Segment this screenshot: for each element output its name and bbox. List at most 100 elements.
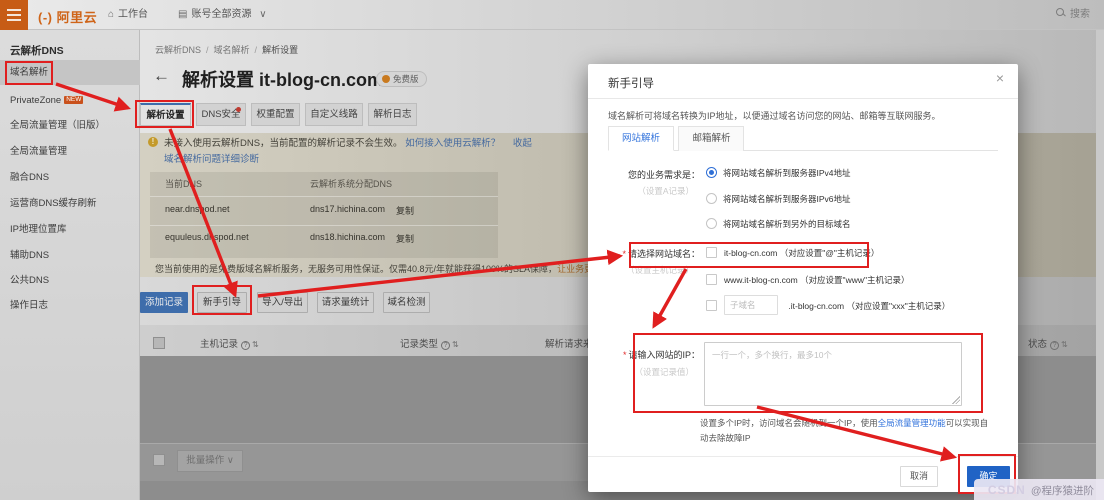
tab-custom-lines[interactable]: 自定义线路 — [305, 103, 363, 126]
select-domain-hint: （设置主机记录） — [625, 265, 694, 275]
checkbox-icon[interactable] — [706, 247, 717, 258]
checkbox-www-domain[interactable]: www.it-blog-cn.com （对应设置"www"主机记录） — [706, 274, 910, 286]
subdomain-input[interactable] — [724, 295, 778, 315]
domain-check-button[interactable]: 域名检测 — [383, 292, 430, 313]
multi-ip-hint: 设置多个IP时，访问域名会随机到一个IP，使用全局流量管理功能可以实现自动去除故… — [700, 418, 989, 444]
col-host-record: 主机记录? ⇅ — [200, 339, 259, 350]
sidebar-item-gtm-legacy[interactable]: 全局流量管理（旧版） — [0, 115, 140, 137]
radio-cname[interactable]: 将网站域名解析到另外的目标域名 — [706, 218, 851, 230]
breadcrumb: 云解析DNS / 域名解析 / 解析设置 — [155, 45, 299, 55]
select-all-checkbox[interactable] — [153, 337, 165, 349]
gtm-feature-link[interactable]: 全局流量管理功能 — [878, 418, 946, 428]
dns-current-value: equuleus.dnspod.net — [165, 232, 249, 242]
website-ip-label: * 请输入网站的IP： — [622, 350, 700, 360]
sidebar-item-domain-resolution[interactable]: 域名解析 — [0, 60, 140, 85]
tab-resolution-settings[interactable]: 解析设置 — [140, 103, 191, 126]
checkbox-root-domain[interactable]: it-blog-cn.com （对应设置"@"主机记录） — [706, 247, 879, 259]
breadcrumb-item[interactable]: 云解析DNS — [155, 45, 201, 55]
modal-title: 新手引导 — [608, 78, 654, 90]
tab-resolution-log[interactable]: 解析日志 — [368, 103, 417, 126]
back-arrow-icon[interactable]: ← — [153, 66, 170, 86]
sort-icon[interactable]: ⇅ — [452, 340, 459, 349]
website-ip-textarea[interactable] — [704, 342, 962, 406]
breadcrumb-item-current: 解析设置 — [262, 45, 299, 55]
cancel-button[interactable]: 取消 — [900, 466, 938, 487]
new-badge: NEW — [64, 96, 84, 104]
sort-icon[interactable]: ⇅ — [1061, 340, 1068, 349]
tab-weight-config[interactable]: 权重配置 — [251, 103, 300, 126]
csdn-watermark: CSDN @程序猿进阶 — [973, 479, 1104, 500]
sidebar-item-isp-cache-refresh[interactable]: 运营商DNS缓存刷新 — [0, 193, 140, 215]
radio-selected-icon[interactable] — [706, 167, 717, 178]
watermark-brand: CSDN — [987, 483, 1026, 497]
sidebar-item-secondary-dns[interactable]: 辅助DNS — [0, 245, 140, 267]
notice-text: 未接入使用云解析DNS，当前配置的解析记录不会生效。 如何接入使用云解析？ 收起 — [164, 138, 532, 149]
radio-icon[interactable] — [706, 218, 717, 229]
how-to-access-link[interactable]: 如何接入使用云解析？ — [405, 138, 500, 149]
radio-ipv4[interactable]: 将网站域名解析到服务器IPv4地址 — [706, 167, 851, 179]
col-status: 状态? ⇅ — [1028, 339, 1068, 350]
help-icon[interactable]: ? — [441, 340, 451, 350]
search-trigger[interactable]: 搜索 — [1056, 0, 1090, 30]
watermark-author: @程序猿进阶 — [1030, 485, 1094, 497]
sidebar-item-public-dns[interactable]: 公共DNS — [0, 270, 140, 292]
modal-description: 域名解析可将域名转换为IP地址，以便通过域名访问您的网站、邮箱等互联网服务。 — [608, 111, 941, 121]
checkbox-icon[interactable] — [706, 300, 717, 311]
required-asterisk: * — [622, 350, 627, 360]
scrollbar[interactable] — [1096, 30, 1104, 500]
col-record-type: 记录类型? ⇅ — [400, 339, 459, 350]
business-need-label: 您的业务需求是： — [627, 170, 700, 180]
checkbox-icon[interactable] — [706, 274, 717, 285]
dns-col-assigned: 云解析系统分配DNS — [310, 179, 393, 189]
sidebar-item-privatezone[interactable]: PrivateZone NEW — [0, 90, 140, 112]
close-icon[interactable]: × — [996, 70, 1004, 86]
beginner-guide-modal: 新手引导 × 域名解析可将域名转换为IP地址，以便通过域名访问您的网站、邮箱等互… — [588, 64, 1018, 492]
request-stats-button[interactable]: 请求量统计 — [317, 292, 374, 313]
sidebar-item-operation-log[interactable]: 操作日志 — [0, 295, 140, 317]
search-icon — [1056, 8, 1066, 18]
account-resources-dropdown[interactable]: ▤ 账号全部资源 ∨ — [178, 0, 271, 30]
home-icon: ⌂ — [108, 9, 115, 20]
page-title: 解析设置 it-blog-cn.com — [182, 70, 383, 90]
help-icon[interactable]: ? — [1050, 340, 1060, 350]
resize-handle[interactable] — [952, 396, 960, 404]
modal-tabs: 网站解析 邮箱解析 — [608, 126, 998, 151]
dns-assigned-value: dns18.hichina.com — [310, 232, 386, 242]
tab-email-resolution[interactable]: 邮箱解析 — [678, 126, 745, 151]
sidebar-item-ip-geo[interactable]: IP地理位置库 — [0, 219, 140, 241]
collapse-link[interactable]: 收起 — [513, 138, 532, 149]
breadcrumb-item[interactable]: 域名解析 — [214, 45, 250, 55]
sidebar-item-converged-dns[interactable]: 融合DNS — [0, 167, 140, 189]
add-record-button[interactable]: 添加记录 — [140, 292, 188, 313]
website-ip-hint: （设置记录值） — [634, 367, 694, 377]
select-domain-label: * 请选择网站域名： — [622, 249, 700, 259]
tab-website-resolution[interactable]: 网站解析 — [608, 126, 675, 151]
sidebar-title: 云解析DNS — [10, 45, 64, 57]
dns-current-value: near.dnspod.net — [165, 204, 230, 214]
batch-operation-button[interactable]: 批量操作 ∨ — [177, 450, 243, 472]
radio-icon[interactable] — [706, 193, 717, 204]
tab-dns-security[interactable]: DNS安全 — [196, 103, 246, 126]
dns-col-current: 当前DNS — [165, 179, 203, 189]
subdomain-suffix: .it-blog-cn.com （对应设置"xxx"主机记录） — [788, 301, 951, 311]
menu-icon[interactable] — [0, 0, 28, 30]
plan-badge[interactable]: 免费版 — [376, 71, 427, 87]
copy-link[interactable]: 复制 — [396, 204, 414, 217]
shield-icon — [382, 75, 390, 83]
copy-link[interactable]: 复制 — [396, 232, 414, 245]
notification-dot — [236, 107, 241, 112]
radio-ipv6[interactable]: 将网站域名解析到服务器IPv6地址 — [706, 193, 851, 205]
checkbox-sub-domain[interactable]: .it-blog-cn.com （对应设置"xxx"主机记录） — [706, 295, 951, 315]
workbench-link[interactable]: ⌂ 工作台 — [108, 0, 148, 30]
sort-icon[interactable]: ⇅ — [252, 340, 259, 349]
batch-select-checkbox[interactable] — [153, 454, 165, 466]
screen: (-) 阿里云 ⌂ 工作台 ▤ 账号全部资源 ∨ 搜索 云解析DNS 域名解析 Pr… — [0, 0, 1104, 500]
help-icon[interactable]: ? — [241, 340, 251, 350]
diagnose-link[interactable]: 域名解析问题详细诊断 — [164, 154, 259, 165]
beginner-guide-button[interactable]: 新手引导 — [197, 292, 247, 313]
topbar: (-) 阿里云 ⌂ 工作台 ▤ 账号全部资源 ∨ 搜索 — [0, 0, 1104, 30]
sidebar-item-gtm[interactable]: 全局流量管理 — [0, 141, 140, 163]
required-asterisk: * — [622, 249, 626, 259]
business-need-hint: （设置A记录） — [637, 186, 694, 196]
import-export-button[interactable]: 导入/导出 — [257, 292, 308, 313]
